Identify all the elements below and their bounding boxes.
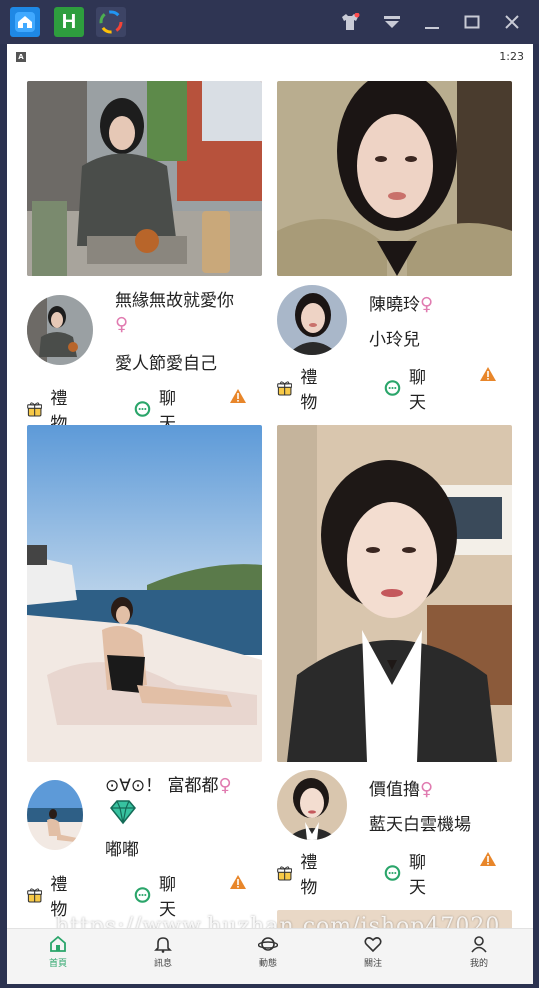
avatar[interactable]	[27, 780, 83, 850]
gift-icon	[277, 866, 293, 881]
chat-label: 聊天	[408, 368, 426, 413]
nav-item-follow[interactable]: 關注	[343, 935, 403, 969]
user-name: ⊙∀⊙！ 富都都	[105, 776, 219, 796]
user-name-row: 價值擼♀	[369, 775, 433, 800]
avatar[interactable]	[277, 770, 347, 840]
chat-icon	[384, 380, 401, 396]
user-name: 陳曉玲	[369, 295, 420, 315]
chat-label: 聊天	[158, 875, 176, 920]
nav-item-profile[interactable]: 我的	[449, 935, 509, 969]
close-icon[interactable]	[502, 12, 522, 32]
gift-button[interactable]: 禮物	[27, 870, 74, 920]
nav-label: 動態	[258, 959, 277, 969]
female-icon: ♀	[420, 779, 434, 800]
chat-button[interactable]: 聊天	[384, 848, 433, 898]
user-name-row: 陳曉玲♀	[369, 290, 433, 315]
female-icon: ♀	[115, 314, 129, 335]
gift-label: 禮物	[300, 368, 318, 413]
chat-button[interactable]: 聊天	[134, 870, 183, 920]
report-warning-icon[interactable]	[229, 388, 247, 404]
diamond-vip-icon	[110, 800, 136, 825]
app-screen: A 1:23 無緣無故就愛你 ♀ 愛人節愛自己 禮物 聊天 陳曉玲♀ 小玲兒 禮…	[7, 44, 533, 984]
nav-item-home[interactable]: 首頁	[28, 935, 88, 969]
home-app-icon[interactable]	[10, 7, 40, 37]
bell-icon	[154, 937, 172, 953]
maximize-icon[interactable]	[462, 12, 482, 32]
nav-label: 我的	[469, 959, 488, 969]
h-app-icon[interactable]: H	[54, 7, 84, 37]
profile-photo[interactable]	[27, 425, 262, 762]
planet-icon	[258, 937, 278, 951]
user-name: 價值擼	[369, 780, 420, 800]
female-icon: ♀	[218, 775, 232, 796]
user-name: 無緣無故就愛你	[115, 291, 234, 311]
window-titlebar: H	[0, 0, 539, 44]
profile-photo[interactable]	[27, 81, 262, 276]
shirt-icon[interactable]	[340, 12, 360, 32]
user-bio: 藍天白雲機場	[369, 815, 471, 835]
nav-label: 關注	[363, 959, 382, 969]
gift-button[interactable]: 禮物	[277, 363, 324, 413]
status-time: 1:23	[499, 50, 524, 63]
avatar[interactable]	[277, 285, 347, 355]
report-warning-icon[interactable]	[229, 874, 247, 890]
profile-photo[interactable]	[277, 425, 512, 762]
home-icon	[50, 935, 66, 952]
download-icon[interactable]	[382, 12, 402, 32]
user-bio: 愛人節愛自己	[115, 354, 217, 374]
color-app-icon[interactable]	[96, 7, 126, 37]
gift-icon	[277, 381, 293, 396]
avatar[interactable]	[27, 295, 93, 365]
gift-icon	[27, 402, 43, 417]
chat-button[interactable]: 聊天	[384, 363, 433, 413]
report-warning-icon[interactable]	[479, 366, 497, 382]
nav-item-messages[interactable]: 訊息	[133, 935, 193, 969]
gift-icon	[27, 888, 43, 903]
profile-photo[interactable]	[277, 81, 512, 276]
user-bio: 小玲兒	[369, 330, 420, 350]
nav-label: 訊息	[153, 959, 172, 969]
nav-label: 首頁	[48, 959, 67, 969]
heart-icon	[364, 937, 382, 953]
user-bio: 嘟嘟	[105, 840, 139, 860]
report-warning-icon[interactable]	[479, 851, 497, 867]
status-bar: A 1:23	[7, 44, 533, 70]
minimize-icon[interactable]	[422, 12, 442, 32]
female-icon: ♀	[420, 294, 434, 315]
gift-label: 禮物	[300, 853, 318, 898]
chat-label: 聊天	[408, 853, 426, 898]
bottom-nav: 首頁 訊息 動態 關注 我的	[7, 928, 533, 984]
nav-item-feed[interactable]: 動態	[238, 935, 298, 969]
chat-icon	[384, 865, 401, 881]
gift-button[interactable]: 禮物	[277, 848, 324, 898]
user-icon	[471, 936, 487, 953]
user-name-row: ⊙∀⊙！ 富都都♀	[105, 771, 232, 796]
gift-label: 禮物	[50, 875, 68, 920]
status-indicator-icon: A	[16, 52, 26, 62]
chat-icon	[134, 401, 151, 417]
chat-icon	[134, 887, 151, 903]
